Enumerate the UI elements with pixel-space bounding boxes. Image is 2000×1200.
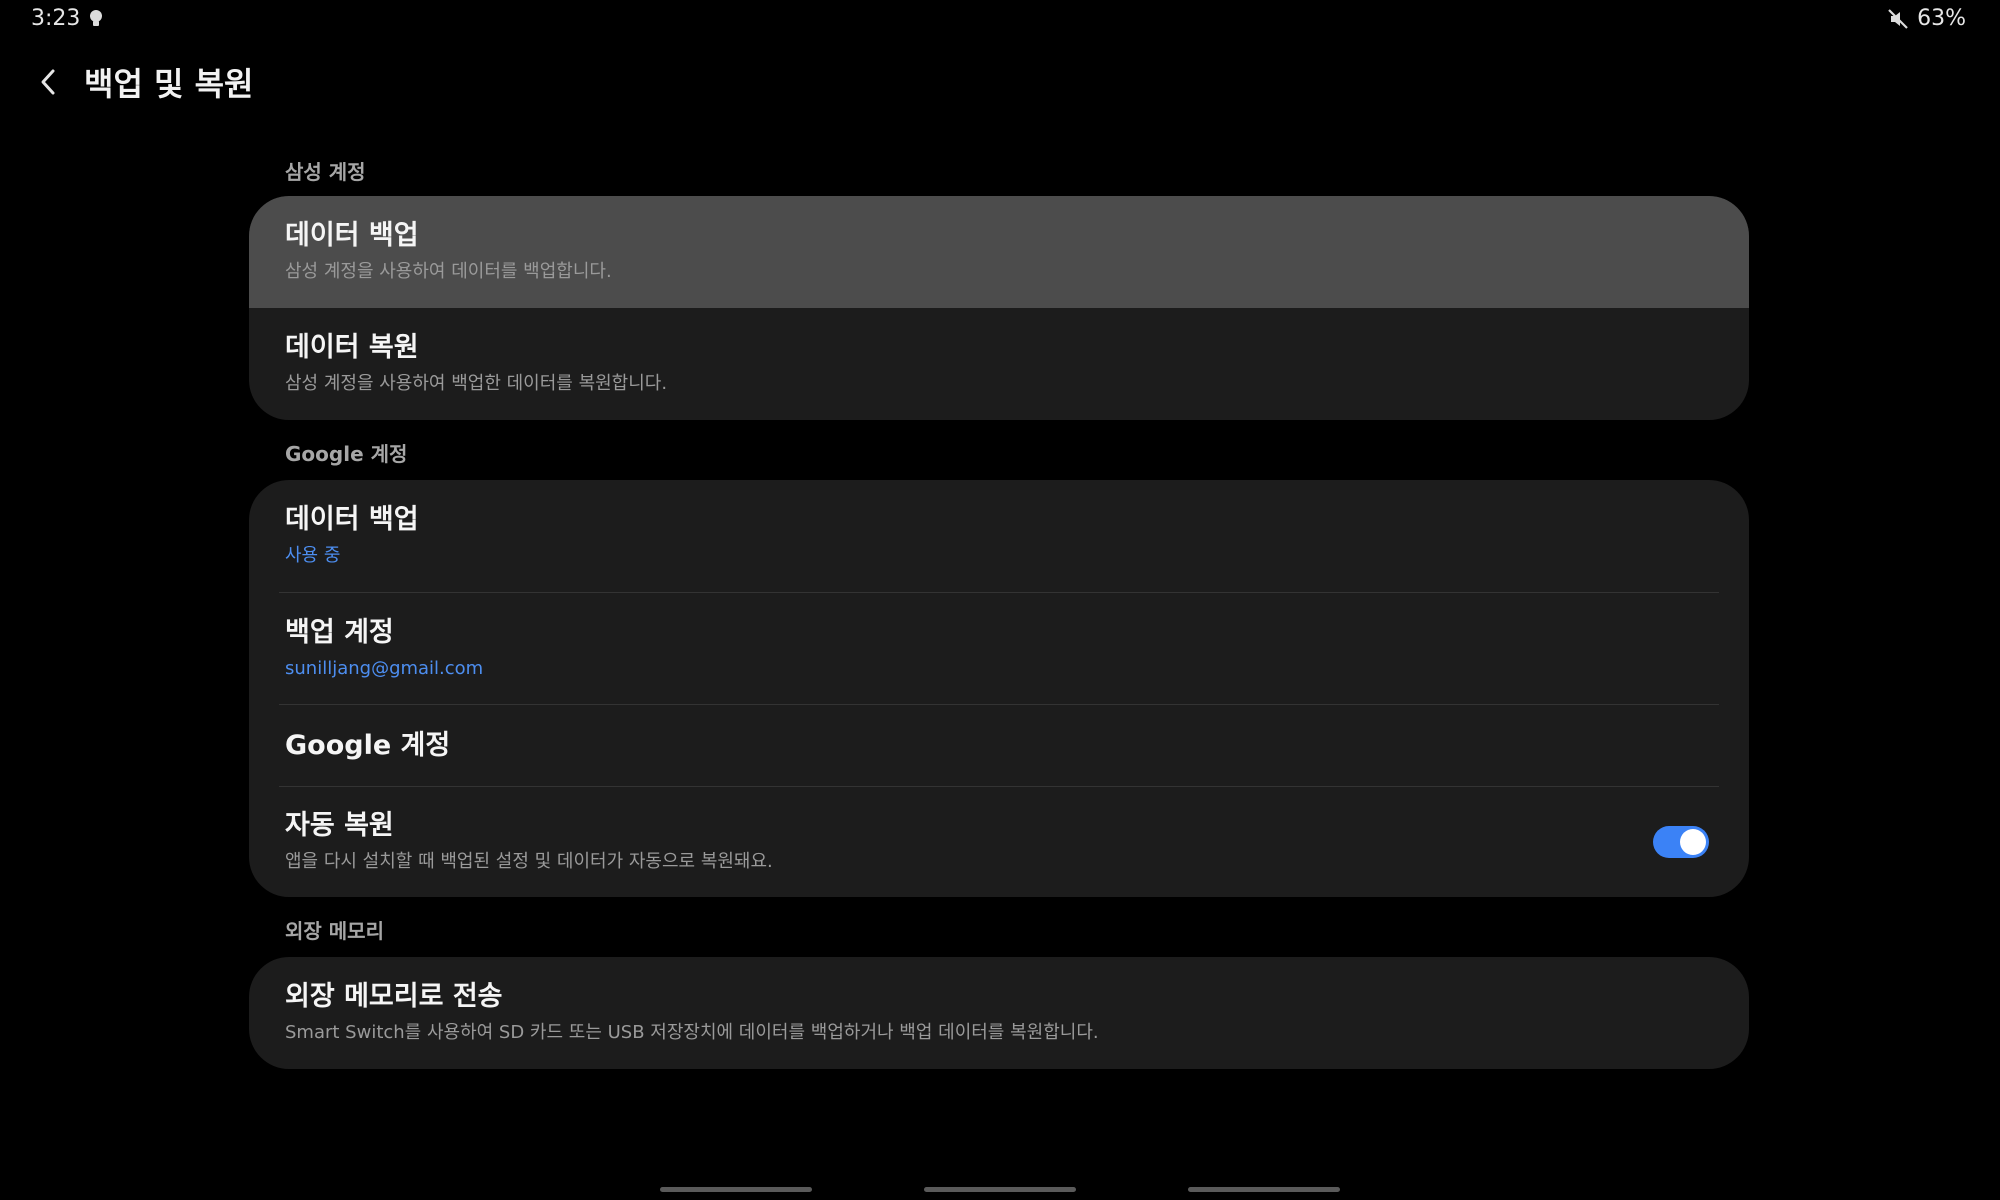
row-backup-account[interactable]: 백업 계정 sunilljang@gmail.com (249, 593, 1749, 704)
row-title: 데이터 백업 (285, 504, 419, 535)
card-google: 데이터 백업 사용 중 백업 계정 sunilljang@gmail.com G… (249, 480, 1749, 897)
toggle-knob (1680, 829, 1706, 855)
section-label-google: Google 계정 (285, 442, 408, 466)
row-subtitle: 삼성 계정을 사용하여 데이터를 백업합니다. (285, 261, 612, 282)
nav-handle-left[interactable] (660, 1187, 812, 1192)
settings-list: 삼성 계정 데이터 백업 삼성 계정을 사용하여 데이터를 백업합니다. 데이터… (249, 148, 1749, 1077)
row-title: 데이터 복원 (285, 332, 419, 363)
battery-percent: 63% (1917, 6, 1966, 31)
row-account-email: sunilljang@gmail.com (285, 657, 484, 679)
card-samsung: 데이터 백업 삼성 계정을 사용하여 데이터를 백업합니다. 데이터 복원 삼성… (249, 196, 1749, 420)
card-external: 외장 메모리로 전송 Smart Switch를 사용하여 SD 카드 또는 U… (249, 957, 1749, 1069)
lightbulb-icon (90, 10, 102, 26)
nav-handle-right[interactable] (1188, 1187, 1340, 1192)
status-right: 63% (1887, 6, 1966, 31)
mute-icon (1888, 8, 1908, 29)
row-samsung-backup[interactable]: 데이터 백업 삼성 계정을 사용하여 데이터를 백업합니다. (249, 196, 1749, 308)
row-subtitle: 삼성 계정을 사용하여 백업한 데이터를 복원합니다. (285, 373, 668, 394)
page-title: 백업 및 복원 (84, 65, 254, 103)
row-transfer-external[interactable]: 외장 메모리로 전송 Smart Switch를 사용하여 SD 카드 또는 U… (249, 957, 1749, 1069)
status-time: 3:23 (31, 6, 81, 31)
row-auto-restore[interactable]: 자동 복원 앱을 다시 설치할 때 백업된 설정 및 데이터가 자동으로 복원돼… (249, 787, 1749, 897)
row-title: Google 계정 (285, 729, 451, 761)
row-title: 외장 메모리로 전송 (285, 981, 503, 1012)
section-label-external: 외장 메모리 (285, 919, 384, 943)
settings-screen: 3:23 63% 백업 및 복원 삼성 계정 데이터 백업 삼성 계정을 사용하… (0, 0, 2000, 1200)
status-bar: 3:23 63% (0, 0, 2000, 40)
header: 백업 및 복원 (30, 52, 253, 112)
section-label-samsung: 삼성 계정 (285, 160, 366, 184)
auto-restore-toggle[interactable] (1653, 826, 1709, 858)
row-google-account[interactable]: Google 계정 (249, 705, 1749, 786)
row-title: 데이터 백업 (285, 220, 419, 251)
row-samsung-restore[interactable]: 데이터 복원 삼성 계정을 사용하여 백업한 데이터를 복원합니다. (249, 308, 1749, 420)
row-title: 자동 복원 (285, 810, 394, 841)
chevron-left-icon (41, 69, 55, 95)
row-subtitle: Smart Switch를 사용하여 SD 카드 또는 USB 저장장치에 데이… (285, 1022, 1099, 1043)
row-google-backup[interactable]: 데이터 백업 사용 중 (249, 480, 1749, 592)
row-status: 사용 중 (285, 545, 341, 566)
back-button[interactable] (30, 54, 66, 110)
nav-handle-center[interactable] (924, 1187, 1076, 1192)
row-title: 백업 계정 (285, 616, 394, 648)
row-subtitle: 앱을 다시 설치할 때 백업된 설정 및 데이터가 자동으로 복원돼요. (285, 851, 773, 872)
